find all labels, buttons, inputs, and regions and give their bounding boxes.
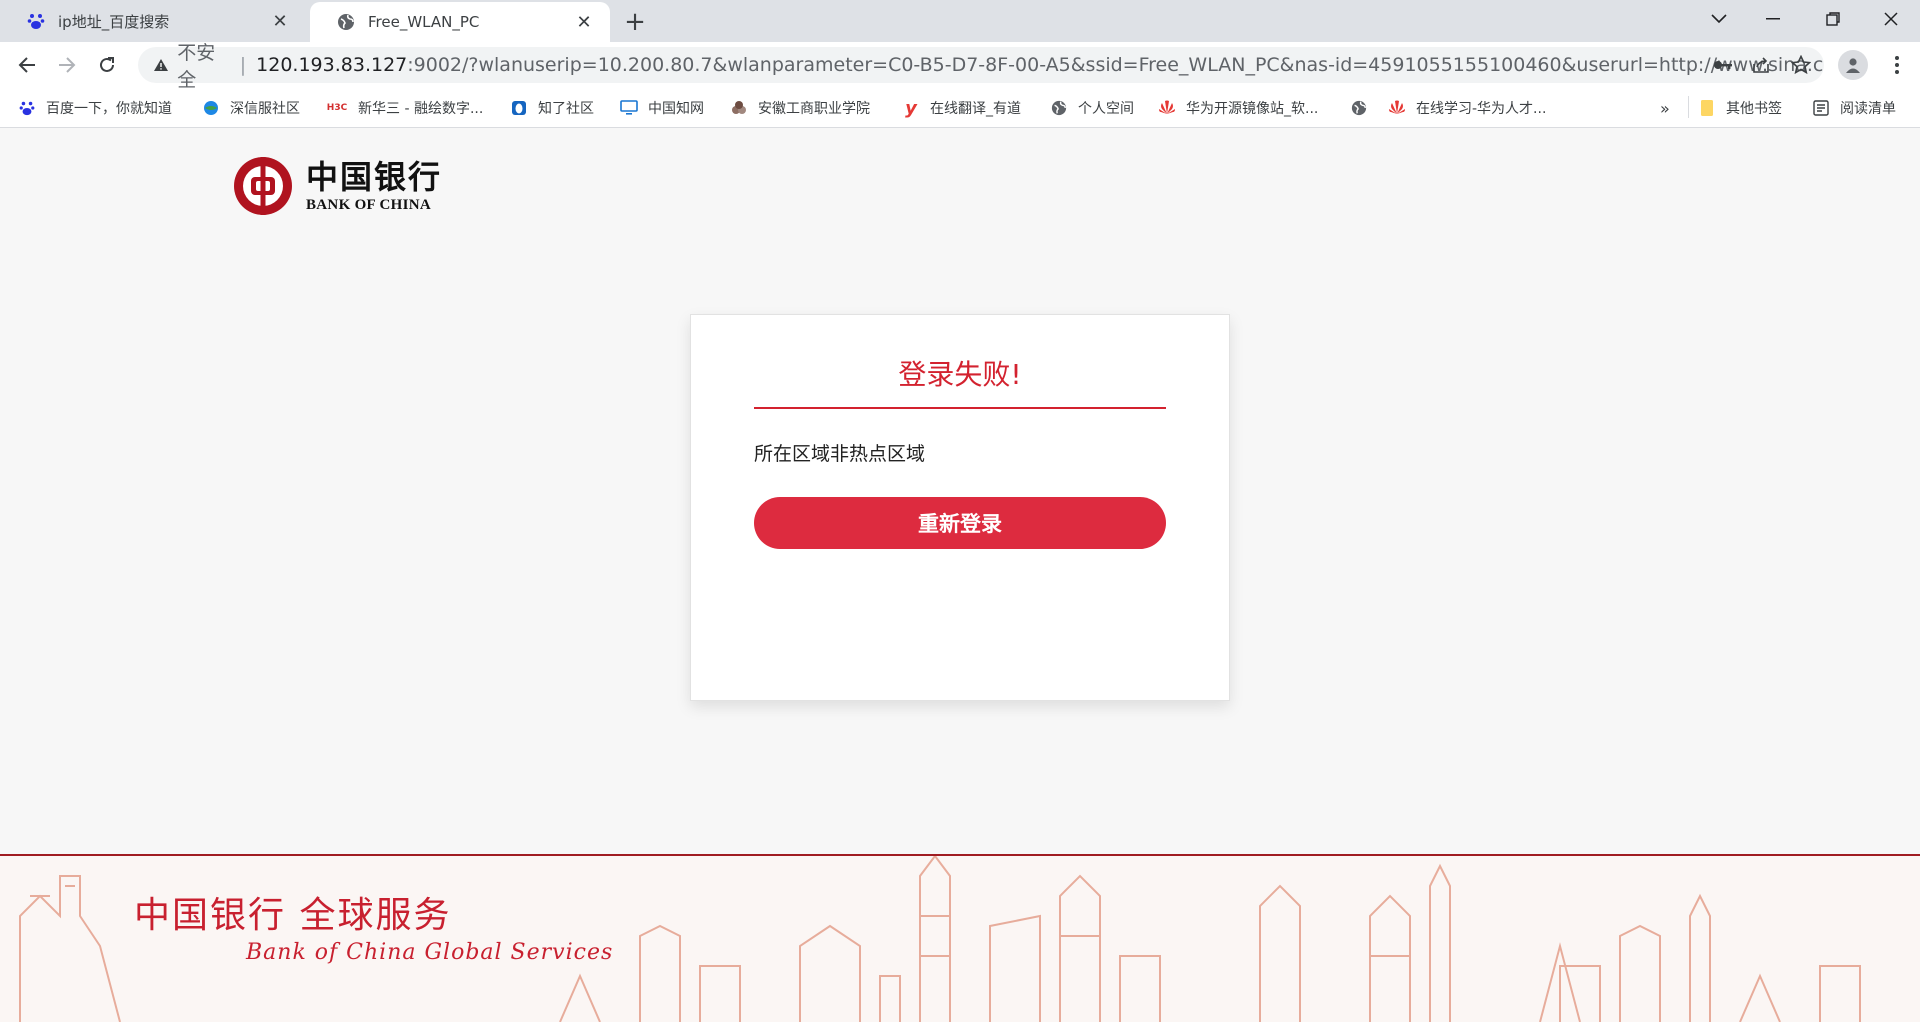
bookmark-label: 百度一下，你就知道 (46, 101, 172, 117)
warning-icon[interactable] (152, 58, 169, 72)
back-button[interactable] (10, 48, 44, 82)
login-result-card: 登录失败! 所在区域非热点区域 重新登录 (690, 314, 1230, 701)
tab-strip: ip地址_百度搜索 ✕ Free_WLAN_PC ✕ + (0, 0, 1920, 42)
bookmark-personal-space[interactable]: 个人空间 (1050, 96, 1134, 120)
card-title: 登录失败! (898, 358, 1022, 391)
huawei-icon (1388, 99, 1406, 117)
bookmark-label: 华为开源镜像站_软... (1186, 101, 1319, 117)
monitor-icon (620, 99, 638, 117)
address-host: 120.193.83.127 (256, 54, 408, 76)
restore-button[interactable] (1804, 0, 1862, 38)
bookmark-label: 其他书签 (1726, 101, 1782, 117)
reload-button[interactable] (90, 48, 124, 82)
bookmark-globe[interactable] (1350, 96, 1378, 120)
bookmark-label: 个人空间 (1078, 101, 1134, 117)
key-icon[interactable] (1710, 52, 1736, 78)
zhiliao-icon (510, 99, 528, 117)
tab-free-wlan[interactable]: Free_WLAN_PC ✕ (310, 2, 610, 42)
logo-english-name: BANK OF CHINA (306, 196, 432, 213)
share-icon[interactable] (1748, 52, 1774, 78)
bookmark-zhiliao[interactable]: 知了社区 (510, 96, 594, 120)
footer-slogan-en: Bank of China Global Services (246, 940, 614, 965)
reading-list-icon (1812, 99, 1830, 117)
profile-avatar[interactable] (1838, 50, 1868, 80)
bookmarks-overflow-button[interactable]: » (1660, 96, 1670, 120)
sangfor-icon (202, 99, 220, 117)
bank-logo: 中国银行 BANK OF CHINA (232, 155, 442, 217)
bookmark-label: 深信服社区 (230, 101, 300, 117)
security-label[interactable]: 不安全 (177, 38, 232, 92)
baidu-paw-icon (18, 99, 36, 117)
bookmarks-bar: 百度一下，你就知道 深信服社区 H3C 新华三 - 融绘数字... 知了社区 中… (0, 88, 1920, 128)
forward-button[interactable] (50, 48, 84, 82)
page-content: 中国银行 BANK OF CHINA 登录失败! 所在区域非热点区域 重新登录 (0, 129, 1920, 1022)
bookmark-label: 中国知网 (648, 101, 704, 117)
other-bookmarks[interactable]: 其他书签 (1698, 96, 1782, 120)
card-divider (754, 407, 1166, 409)
bookmark-cnki[interactable]: 中国知网 (620, 96, 704, 120)
bookmark-school[interactable]: 安徽工商职业学院 (730, 96, 870, 120)
youdao-icon: y (905, 97, 917, 119)
bookmark-label: 新华三 - 融绘数字... (358, 101, 484, 117)
bookmark-huawei-mirror[interactable]: 华为开源镜像站_软... (1158, 96, 1318, 120)
error-message: 所在区域非热点区域 (754, 443, 926, 465)
retry-login-button[interactable]: 重新登录 (754, 497, 1166, 549)
tab-title: ip地址_百度搜索 (58, 12, 170, 31)
tab-search-icon[interactable] (1690, 0, 1748, 38)
tab-title: Free_WLAN_PC (368, 13, 480, 31)
bookmark-label: 阅读清单 (1840, 101, 1896, 117)
bookmark-sangfor[interactable]: 深信服社区 (202, 96, 300, 120)
address-path: :9002/?wlanuserip=10.200.80.7&wlanparame… (407, 54, 1824, 76)
bookmark-baidu[interactable]: 百度一下，你就知道 (18, 96, 172, 120)
baidu-paw-icon (26, 11, 46, 31)
close-icon[interactable]: ✕ (268, 9, 292, 33)
bookmark-label: 在线翻译_有道 (930, 101, 1021, 117)
close-window-button[interactable] (1862, 0, 1920, 38)
h3c-icon: H3C (326, 103, 348, 113)
bookmark-huawei-learning[interactable]: 在线学习-华为人才... (1388, 96, 1546, 120)
globe-icon (1050, 99, 1068, 117)
globe-icon (1350, 99, 1368, 117)
address-bar[interactable]: 不安全 | 120.193.83.127 :9002/?wlanuserip=1… (138, 42, 1824, 91)
logo-chinese-name: 中国银行 (306, 157, 443, 196)
star-icon[interactable] (1788, 52, 1814, 78)
folder-icon (1698, 99, 1716, 117)
browser-toolbar: 不安全 | 120.193.83.127 :9002/?wlanuserip=1… (0, 42, 1920, 91)
new-tab-button[interactable]: + (620, 7, 650, 37)
bookmarks-divider (1688, 96, 1689, 118)
bookmark-label: 安徽工商职业学院 (758, 101, 870, 117)
boc-emblem-icon (234, 157, 292, 215)
close-icon[interactable]: ✕ (572, 10, 596, 34)
tab-baidu-search[interactable]: ip地址_百度搜索 ✕ (0, 0, 306, 42)
reading-list[interactable]: 阅读清单 (1812, 96, 1896, 120)
huawei-icon (1158, 99, 1176, 117)
globe-icon (336, 12, 356, 32)
address-separator: | (239, 54, 247, 76)
footer-slogan-cn: 中国银行 全球服务 (134, 895, 452, 936)
bookmark-youdao[interactable]: y 在线翻译_有道 (902, 96, 1021, 120)
city-skyline-illustration (19, 856, 1861, 1022)
bookmark-label: 在线学习-华为人才... (1416, 101, 1547, 117)
minimize-button[interactable] (1744, 0, 1802, 38)
school-icon (730, 99, 748, 117)
footer-banner: 中国银行 全球服务 Bank of China Global Services (0, 856, 1920, 1022)
bookmark-label: 知了社区 (538, 101, 594, 117)
menu-icon[interactable] (1882, 50, 1912, 80)
bookmark-h3c[interactable]: H3C 新华三 - 融绘数字... (326, 96, 484, 120)
